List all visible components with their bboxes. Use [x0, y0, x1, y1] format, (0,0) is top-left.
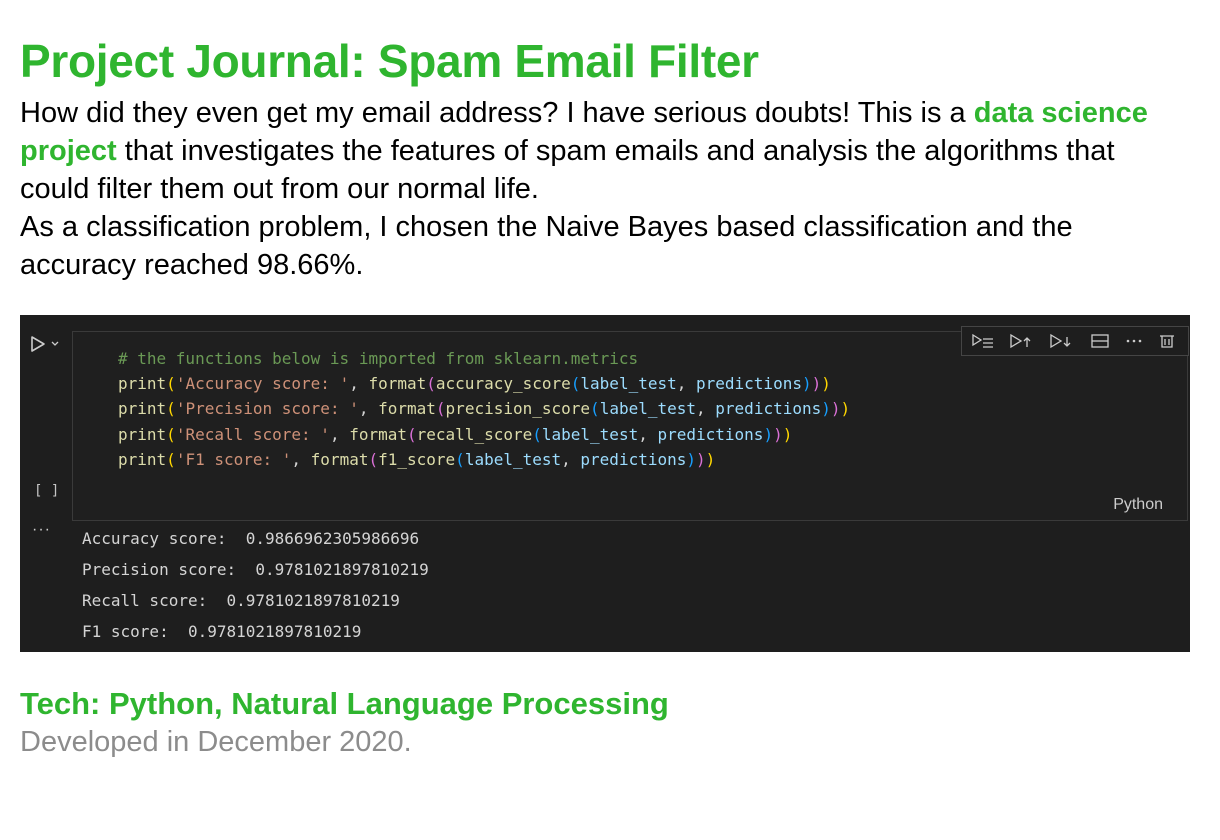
tech-stack: Tech: Python, Natural Language Processin…: [20, 686, 669, 721]
language-indicator[interactable]: Python: [1113, 496, 1163, 514]
code-editor[interactable]: # the functions below is imported from s…: [118, 346, 850, 472]
intro-paragraph-1: How did they even get my email address? …: [20, 94, 1190, 208]
delete-icon[interactable]: [1158, 333, 1176, 349]
developed-date: Developed in December 2020.: [20, 726, 412, 758]
code-line-4: print('F1 score: ', format(f1_score(labe…: [118, 449, 716, 469]
output-more-icon[interactable]: ···: [32, 521, 51, 539]
intro-part-1: How did they even get my email address? …: [20, 97, 974, 129]
run-below-icon[interactable]: [1050, 333, 1072, 349]
cell-output: Accuracy score: 0.9866962305986696 Preci…: [82, 523, 429, 647]
run-cell-button[interactable]: [30, 335, 62, 353]
output-line: F1 score: 0.9781021897810219: [82, 622, 362, 641]
output-line: Recall score: 0.9781021897810219: [82, 591, 400, 610]
cell-toolbar: [961, 326, 1189, 356]
code-cell[interactable]: # the functions below is imported from s…: [72, 326, 1189, 521]
output-line: Precision score: 0.9781021897810219: [82, 560, 429, 579]
execution-count: [ ]: [34, 483, 60, 499]
play-icon: [31, 336, 59, 352]
code-line-1: print('Accuracy score: ', format(accurac…: [118, 374, 831, 394]
output-line: Accuracy score: 0.9866962305986696: [82, 529, 420, 548]
notebook-screenshot: [ ] # the functions below is imported fr…: [20, 315, 1190, 652]
code-line-3: print('Recall score: ', format(recall_sc…: [118, 424, 793, 444]
code-line-2: print('Precision score: ', format(precis…: [118, 399, 851, 419]
intro-part-2: that investigates the features of spam e…: [20, 135, 1115, 205]
page-title: Project Journal: Spam Email Filter: [20, 35, 759, 87]
code-comment: # the functions below is imported from s…: [118, 349, 639, 368]
split-cell-icon[interactable]: [1090, 333, 1110, 349]
intro-paragraph-2: As a classification problem, I chosen th…: [20, 211, 1073, 281]
run-cell-icon[interactable]: [1010, 333, 1032, 349]
run-above-icon[interactable]: [972, 333, 994, 349]
more-icon[interactable]: [1124, 333, 1144, 349]
intro-text: How did they even get my email address? …: [20, 94, 1190, 284]
